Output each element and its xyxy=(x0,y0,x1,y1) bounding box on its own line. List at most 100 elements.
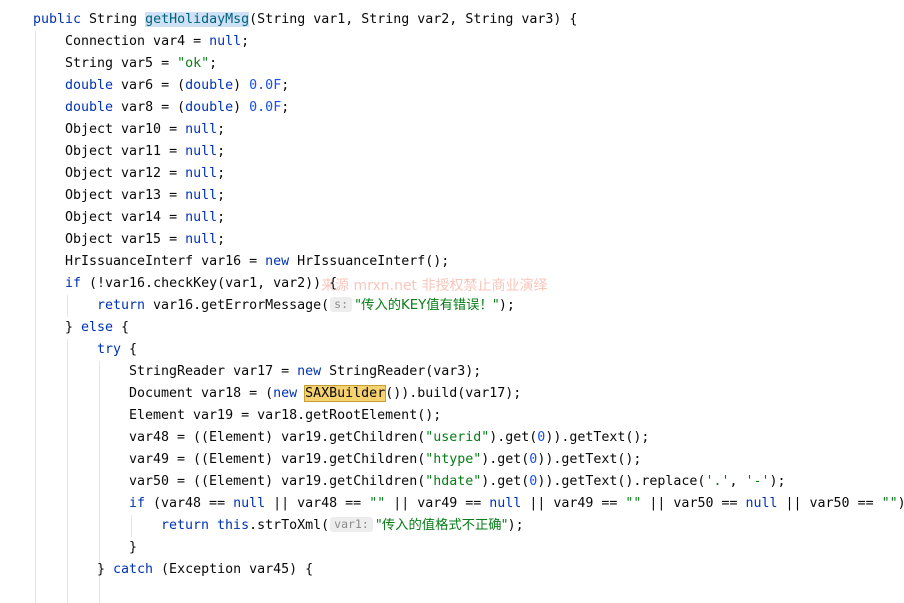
code-token: null xyxy=(185,122,218,137)
code-token: ).get( xyxy=(481,474,530,489)
code-token: "" xyxy=(625,496,642,511)
code-token: (var48 == xyxy=(145,496,234,511)
code-token: catch xyxy=(113,562,154,577)
code-token: null xyxy=(489,496,522,511)
code-token: String var5 = xyxy=(65,56,178,71)
code-line[interactable]: double var8 = (double) 0.0F; xyxy=(65,97,289,119)
code-line[interactable]: var49 = ((Element) var19.getChildren("ht… xyxy=(129,449,641,471)
code-line[interactable]: var48 = ((Element) var19.getChildren("us… xyxy=(129,427,649,449)
code-token: null xyxy=(185,232,218,247)
code-token: ; xyxy=(281,78,290,93)
code-token: ) xyxy=(233,78,250,93)
code-line[interactable]: Document var18 = (new SAXBuilder()).buil… xyxy=(129,383,521,405)
code-token: StringReader var17 = xyxy=(129,364,298,379)
code-token: null xyxy=(185,210,218,225)
code-token: ) xyxy=(233,100,250,115)
code-token: this xyxy=(217,518,250,533)
code-token: "" xyxy=(881,496,898,511)
code-token: Element var19 = var18.getRootElement(); xyxy=(129,408,442,423)
code-token: Object var15 = xyxy=(65,232,186,247)
code-token: } xyxy=(97,562,114,577)
parameter-hint: var1: xyxy=(330,517,373,532)
code-token: "传入的值格式不正确" xyxy=(375,518,508,533)
code-line[interactable]: Object var12 = null; xyxy=(65,163,225,185)
code-token: )).getText().replace( xyxy=(537,474,706,489)
code-token: "传入的KEY值有错误！" xyxy=(355,298,499,313)
code-line[interactable]: return var16.getErrorMessage(s: "传入的KEY值有… xyxy=(97,295,515,317)
code-token: { xyxy=(121,342,138,357)
code-token: else xyxy=(81,320,114,335)
code-line[interactable]: Object var13 = null; xyxy=(65,185,225,207)
code-token: null xyxy=(185,144,218,159)
code-token: )).getText(); xyxy=(537,452,642,467)
code-token: null xyxy=(185,188,218,203)
code-token: "hdate" xyxy=(425,474,482,489)
code-token: var49 = ((Element) var19.getChildren( xyxy=(129,452,426,467)
code-token: (String var1, String var2, String var3) … xyxy=(249,12,578,27)
code-token: public xyxy=(33,12,90,27)
code-token: try xyxy=(97,342,122,357)
code-line[interactable]: return this.strToXml(var1: "传入的值格式不正确"); xyxy=(161,515,524,537)
code-line[interactable]: HrIssuanceInterf var16 = new HrIssuanceI… xyxy=(65,251,449,273)
code-line[interactable]: } xyxy=(129,537,137,559)
code-line[interactable]: Object var11 = null; xyxy=(65,141,225,163)
code-token: ); xyxy=(507,518,524,533)
code-line[interactable]: if (!var16.checkKey(var1, var2)) { xyxy=(65,273,337,295)
code-token: var6 = ( xyxy=(113,78,186,93)
code-token: || var50 == xyxy=(641,496,746,511)
code-token: double xyxy=(65,78,114,93)
code-line[interactable]: } else { xyxy=(65,317,129,339)
code-editor[interactable]: public String getHolidayMsg(String var1,… xyxy=(0,0,904,603)
code-line[interactable]: try { xyxy=(97,339,137,361)
code-token: HrIssuanceInterf(); xyxy=(297,254,450,269)
code-token: '-' xyxy=(745,474,770,489)
code-token: ).get( xyxy=(489,430,538,445)
code-token: ; xyxy=(241,34,250,49)
code-line[interactable]: Object var14 = null; xyxy=(65,207,225,229)
code-token: if xyxy=(129,496,146,511)
code-line[interactable]: StringReader var17 = new StringReader(va… xyxy=(129,361,481,383)
code-token: String xyxy=(89,12,146,27)
code-token: )).getText(); xyxy=(545,430,650,445)
code-token: { xyxy=(113,320,130,335)
code-token: ; xyxy=(217,122,226,137)
code-token: } xyxy=(65,320,82,335)
code-line[interactable]: Object var10 = null; xyxy=(65,119,225,141)
code-line[interactable]: double var6 = (double) 0.0F; xyxy=(65,75,289,97)
code-token: Object var13 = xyxy=(65,188,186,203)
code-token: HrIssuanceInterf var16 = xyxy=(65,254,266,269)
parameter-hint: s: xyxy=(330,297,353,312)
selected-identifier: getHolidayMsg xyxy=(145,12,250,27)
code-token: new xyxy=(265,254,298,269)
code-token: ; xyxy=(217,188,226,203)
code-token: Object var11 = xyxy=(65,144,186,159)
code-token: , xyxy=(729,474,746,489)
code-token: (!var16.checkKey(var1, var2)) { xyxy=(81,276,338,291)
indent-guide xyxy=(35,31,36,603)
code-line[interactable]: Object var15 = null; xyxy=(65,229,225,251)
code-token: "htype" xyxy=(425,452,482,467)
code-line[interactable]: if (var48 == null || var48 == "" || var4… xyxy=(129,493,904,515)
code-line[interactable]: public String getHolidayMsg(String var1,… xyxy=(33,9,577,31)
code-token: Object var10 = xyxy=(65,122,186,137)
code-token: new xyxy=(297,364,330,379)
code-token: ) xyxy=(898,496,904,511)
code-token: Object var12 = xyxy=(65,166,186,181)
code-token: || var50 == xyxy=(777,496,882,511)
code-line[interactable]: var50 = ((Element) var19.getChildren("hd… xyxy=(129,471,786,493)
code-token: null xyxy=(209,34,242,49)
code-token: "ok" xyxy=(177,56,210,71)
code-token: ; xyxy=(217,144,226,159)
code-token: ); xyxy=(769,474,786,489)
code-token: ; xyxy=(217,166,226,181)
indent-guide xyxy=(67,295,68,317)
code-line[interactable]: String var5 = "ok"; xyxy=(65,53,217,75)
code-line[interactable]: Element var19 = var18.getRootElement(); xyxy=(129,405,441,427)
code-token: } xyxy=(129,540,138,555)
code-token: "userid" xyxy=(425,430,490,445)
code-token: ; xyxy=(281,100,290,115)
code-token: Connection var4 = xyxy=(65,34,210,49)
code-line[interactable]: Connection var4 = null; xyxy=(65,31,249,53)
code-line[interactable]: } catch (Exception var45) { xyxy=(97,559,313,581)
code-token: ); xyxy=(498,298,515,313)
